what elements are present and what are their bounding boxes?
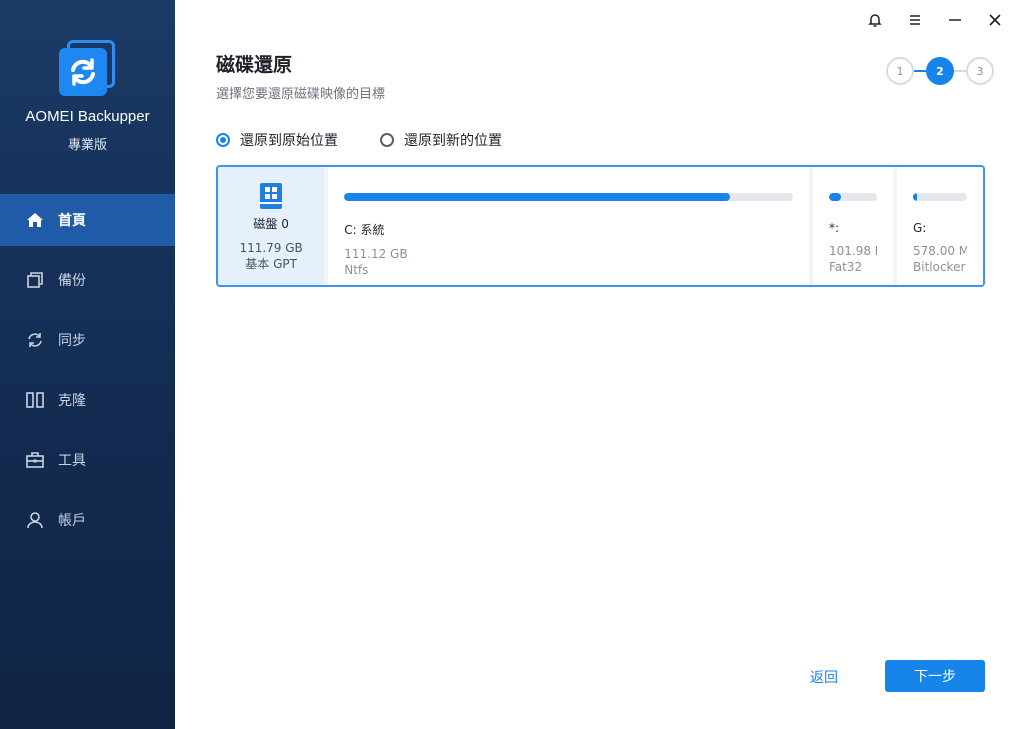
- sidebar-item-label: 工具: [58, 453, 86, 469]
- app-edition: 專業版: [67, 138, 107, 153]
- tools-icon: [24, 449, 46, 471]
- partition-usage-fill: [344, 193, 731, 201]
- partition-usage-bar: [913, 193, 967, 201]
- back-button[interactable]: 返回: [810, 667, 838, 687]
- disk-info: 磁盤 0 111.79 GB 基本 GPT: [218, 167, 325, 285]
- window-controls: [855, 8, 1015, 32]
- partition-size: 101.98 MB: [829, 244, 877, 258]
- disk-type: 基本 GPT: [245, 257, 297, 271]
- step-3: 3: [966, 57, 994, 85]
- menu-button[interactable]: [895, 8, 935, 32]
- sidebar-item-label: 克隆: [58, 393, 86, 409]
- partition-usage-bar: [344, 193, 793, 201]
- radio-checked-icon: [216, 133, 230, 147]
- step-connector: [914, 70, 926, 72]
- sidebar-item-account[interactable]: 帳戶: [0, 494, 175, 546]
- disk-size: 111.79 GB: [239, 241, 303, 255]
- sidebar-item-label: 帳戶: [58, 513, 86, 529]
- step-connector: [954, 70, 966, 72]
- home-icon: [24, 209, 46, 231]
- sidebar-item-label: 備份: [58, 273, 86, 289]
- menu-icon: [910, 15, 920, 25]
- partition-size: 578.00 MB: [913, 244, 967, 258]
- minimize-button[interactable]: [935, 8, 975, 32]
- radio-unchecked-icon: [380, 133, 394, 147]
- disk-icon: [260, 183, 283, 209]
- bell-icon: [868, 14, 882, 27]
- page-subtitle: 選擇您要還原磁碟映像的目標: [216, 87, 386, 102]
- sidebar-item-label: 同步: [58, 333, 86, 349]
- partition-usage-fill: [913, 193, 917, 201]
- partition-label: G:: [913, 221, 927, 235]
- partition-system-reserved[interactable]: *: 101.98 MB Fat32: [813, 167, 893, 285]
- partition-label: *:: [829, 221, 840, 235]
- radio-new-location[interactable]: 還原到新的位置: [380, 130, 502, 150]
- sidebar-item-sync[interactable]: 同步: [0, 314, 175, 366]
- clone-icon: [24, 389, 46, 411]
- partition-filesystem: Fat32: [829, 260, 863, 274]
- app-name: AOMEI Backupper: [25, 108, 150, 125]
- radio-label: 還原到原始位置: [240, 133, 338, 149]
- app-logo-icon: [59, 40, 117, 98]
- sidebar-nav: 首頁 備份 同步 克隆 工具 帳戶: [0, 194, 175, 554]
- partition-size: 111.12 GB: [344, 247, 408, 261]
- sync-icon: [24, 329, 46, 351]
- close-icon: [989, 14, 1001, 26]
- partition-filesystem: Bitlocker ...: [913, 260, 967, 274]
- close-button[interactable]: [975, 8, 1015, 32]
- sidebar-item-home[interactable]: 首頁: [0, 194, 175, 246]
- step-1: 1: [886, 57, 914, 85]
- minimize-icon: [949, 19, 961, 21]
- account-icon: [24, 509, 46, 531]
- partition-usage-fill: [829, 193, 841, 201]
- restore-location-options: 還原到原始位置 還原到新的位置: [216, 130, 544, 150]
- sidebar: AOMEI Backupper 專業版 首頁 備份 同步 克隆 工具 帳戶: [0, 0, 175, 729]
- sidebar-item-clone[interactable]: 克隆: [0, 374, 175, 426]
- sidebar-item-backup[interactable]: 備份: [0, 254, 175, 306]
- partition-label: C: 系統: [344, 223, 385, 237]
- disk-card[interactable]: 磁盤 0 111.79 GB 基本 GPT C: 系統 111.12 GB Nt…: [216, 165, 985, 287]
- step-2: 2: [926, 57, 954, 85]
- sidebar-item-tools[interactable]: 工具: [0, 434, 175, 486]
- backup-icon: [24, 269, 46, 291]
- page-title: 磁碟還原: [216, 54, 293, 76]
- next-button[interactable]: 下一步: [885, 660, 985, 692]
- radio-original-location[interactable]: 還原到原始位置: [216, 130, 338, 150]
- partition-usage-bar: [829, 193, 877, 201]
- sidebar-item-label: 首頁: [58, 213, 86, 229]
- disk-name: 磁盤 0: [253, 217, 289, 231]
- step-indicator: 1 2 3: [886, 57, 994, 85]
- partition-filesystem: Ntfs: [344, 263, 369, 277]
- partition-c[interactable]: C: 系統 111.12 GB Ntfs: [328, 167, 809, 285]
- radio-label: 還原到新的位置: [404, 133, 502, 149]
- partition-g[interactable]: G: 578.00 MB Bitlocker ...: [897, 167, 983, 285]
- notification-button[interactable]: [855, 8, 895, 32]
